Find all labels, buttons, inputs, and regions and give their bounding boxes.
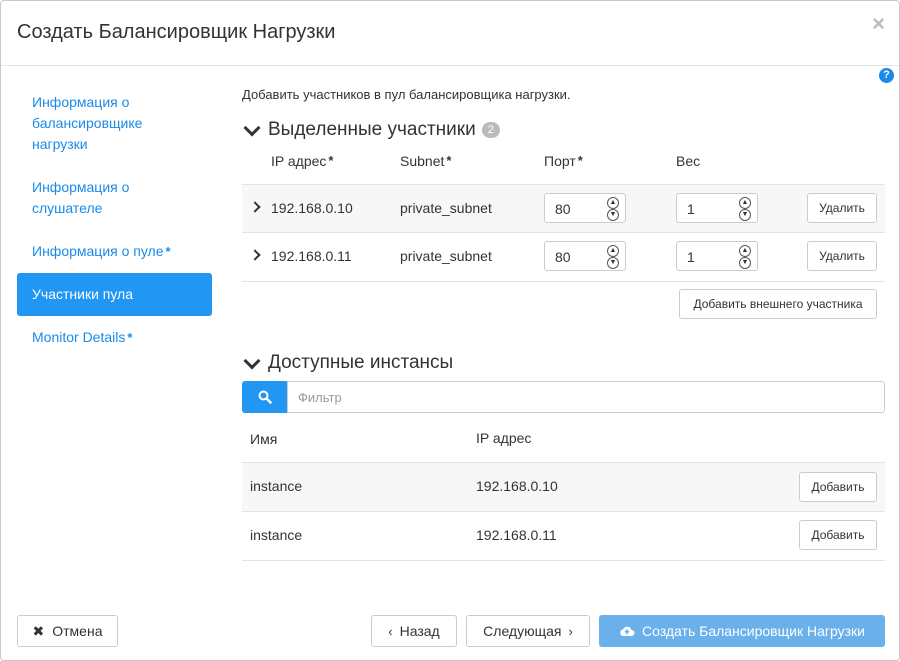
delete-member-button[interactable]: Удалить: [807, 241, 877, 271]
weight-spinner[interactable]: 1 ▲ ▼: [676, 241, 758, 271]
required-marker: *: [446, 153, 452, 168]
next-label: Следующая: [483, 623, 562, 639]
filter-bar: [242, 381, 885, 413]
nav-item-label: Информация о пуле: [32, 243, 164, 259]
port-spinner[interactable]: 80 ▲ ▼: [544, 241, 626, 271]
instance-ip: 192.168.0.11: [476, 527, 557, 543]
column-header-port: Порт *: [544, 153, 583, 169]
help-icon[interactable]: ?: [879, 68, 894, 83]
nav-item-load-balancer-details[interactable]: Информация о балансировщике нагрузки: [17, 81, 212, 166]
nav-item-pool-details[interactable]: Информация о пуле *: [17, 230, 212, 273]
chevron-up-icon[interactable]: ▲: [607, 245, 619, 257]
search-icon: [258, 390, 272, 404]
column-label: IP адрес: [271, 153, 327, 169]
chevron-up-icon[interactable]: ▲: [739, 245, 751, 257]
table-row: 192.168.0.10 private_subnet 80 ▲ ▼ 1 ▲ ▼…: [242, 184, 885, 233]
chevron-down-icon[interactable]: ▼: [607, 257, 619, 269]
x-icon: ✖: [32, 622, 45, 639]
nav-item-label: Информация о балансировщике нагрузки: [32, 94, 143, 152]
weight-spinner[interactable]: 1 ▲ ▼: [676, 193, 758, 223]
create-load-balancer-modal: Создать Балансировщик Нагрузки × ? Инфор…: [0, 0, 900, 661]
table-row: instance 192.168.0.11 Добавить: [242, 511, 885, 561]
add-external-member-button[interactable]: Добавить внешнего участника: [679, 289, 877, 319]
step-description: Добавить участников в пул балансировщика…: [242, 87, 571, 102]
back-button[interactable]: ‹ Назад: [371, 615, 457, 647]
table-row: instance 192.168.0.10 Добавить: [242, 462, 885, 511]
member-ip: 192.168.0.11: [271, 248, 352, 264]
add-instance-button[interactable]: Добавить: [799, 520, 877, 550]
port-spinner[interactable]: 80 ▲ ▼: [544, 193, 626, 223]
close-icon[interactable]: ×: [872, 13, 885, 35]
chevron-down-icon[interactable]: ▼: [739, 257, 751, 269]
available-instances-toggle[interactable]: Доступные инстансы: [242, 352, 453, 374]
chevron-up-icon[interactable]: ▲: [739, 197, 751, 209]
column-label: Порт: [544, 153, 576, 169]
required-marker: *: [165, 244, 171, 259]
weight-value: 1: [687, 201, 695, 217]
chevron-down-icon[interactable]: ▼: [607, 209, 619, 221]
column-header-ip: IP адрес *: [271, 153, 333, 169]
expand-row-icon[interactable]: [249, 201, 261, 213]
member-ip: 192.168.0.10: [271, 200, 353, 216]
chevron-down-icon: [243, 352, 261, 369]
member-subnet: private_subnet: [400, 200, 492, 216]
instance-name: instance: [250, 527, 303, 543]
delete-member-button[interactable]: Удалить: [807, 193, 877, 223]
create-load-balancer-button[interactable]: Создать Балансировщик Нагрузки: [599, 615, 885, 647]
cloud-upload-icon: [620, 626, 635, 636]
chevron-up-icon[interactable]: ▲: [607, 197, 619, 209]
count-badge: 2: [481, 122, 500, 138]
weight-value: 1: [687, 249, 695, 265]
column-label: Subnet: [400, 153, 445, 169]
instance-name: instance: [250, 478, 303, 494]
instance-ip: 192.168.0.10: [476, 478, 558, 494]
modal-title: Создать Балансировщик Нагрузки: [17, 21, 336, 43]
section-title: Выделенные участники: [268, 119, 476, 140]
port-value: 80: [555, 249, 571, 265]
table-row: 192.168.0.11 private_subnet 80 ▲ ▼ 1 ▲ ▼…: [242, 232, 885, 282]
cancel-label: Отмена: [52, 623, 103, 639]
chevron-down-icon[interactable]: ▼: [739, 209, 751, 221]
create-label: Создать Балансировщик Нагрузки: [642, 623, 865, 639]
allocated-members-toggle[interactable]: Выделенные участники 2: [242, 119, 500, 141]
expand-row-icon[interactable]: [249, 249, 261, 261]
modal-header: Создать Балансировщик Нагрузки ×: [1, 1, 899, 66]
column-header-name: Имя: [250, 431, 278, 447]
required-marker: *: [577, 153, 583, 168]
workflow-nav: Информация о балансировщике нагрузки Инф…: [17, 81, 212, 359]
chevron-down-icon: [243, 119, 261, 136]
chevron-left-icon: ‹: [388, 623, 393, 639]
port-value: 80: [555, 201, 571, 217]
filter-input[interactable]: [287, 381, 885, 413]
required-marker: *: [328, 153, 334, 168]
nav-item-pool-members[interactable]: Участники пула: [17, 273, 212, 316]
back-label: Назад: [399, 623, 440, 639]
column-header-weight: Вес: [676, 153, 701, 169]
required-marker: *: [127, 330, 133, 345]
chevron-right-icon: ›: [568, 623, 573, 639]
column-header-subnet: Subnet *: [400, 153, 451, 169]
member-subnet: private_subnet: [400, 248, 492, 264]
next-button[interactable]: Следующая ›: [466, 615, 590, 647]
nav-item-monitor-details[interactable]: Monitor Details *: [17, 316, 212, 359]
nav-item-label: Информация о слушателе: [32, 179, 130, 216]
nav-item-label: Monitor Details: [32, 329, 126, 345]
section-title: Доступные инстансы: [268, 352, 454, 373]
nav-item-listener-details[interactable]: Информация о слушателе: [17, 166, 212, 230]
add-instance-button[interactable]: Добавить: [799, 472, 877, 502]
column-header-ip: IP адрес: [476, 430, 532, 446]
nav-item-label: Участники пула: [32, 286, 134, 302]
cancel-button[interactable]: ✖ Отмена: [17, 615, 118, 647]
search-button[interactable]: [242, 381, 287, 413]
